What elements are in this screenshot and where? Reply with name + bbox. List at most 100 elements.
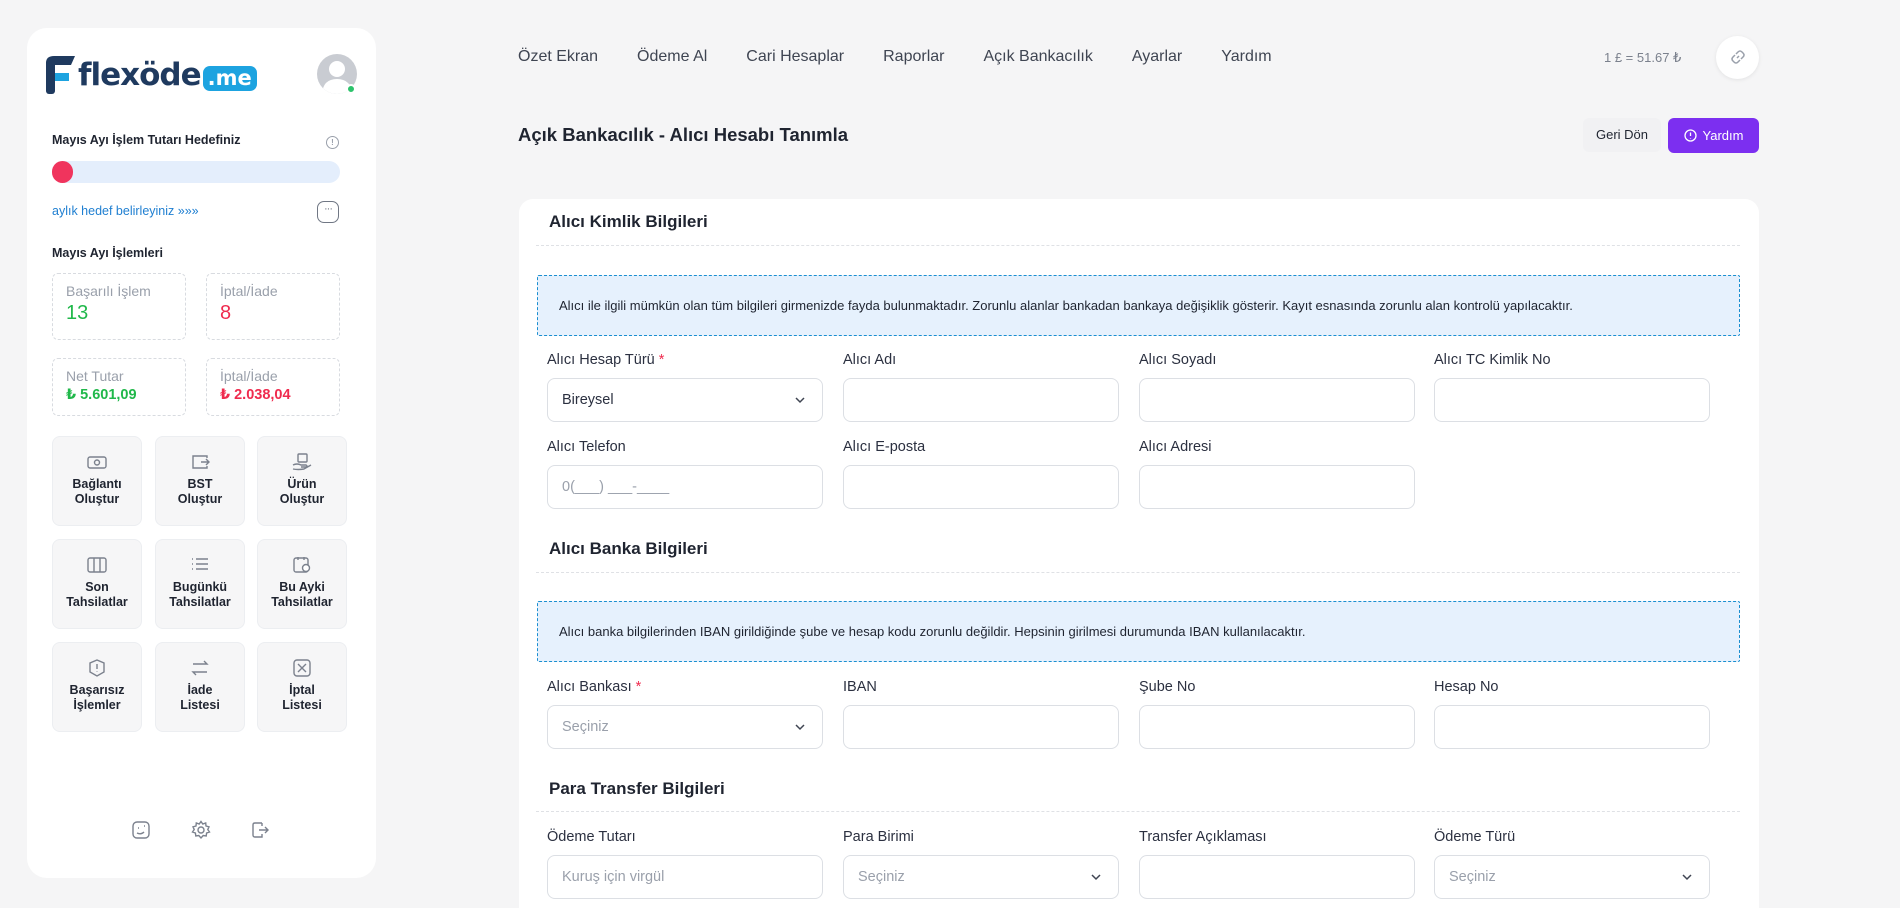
info-icon[interactable]: ! xyxy=(326,136,339,149)
identity-section-title: Alıcı Kimlik Bilgileri xyxy=(549,212,708,231)
section-divider xyxy=(536,811,1740,812)
account-no-input[interactable] xyxy=(1434,705,1710,749)
top-nav: Özet Ekran Ödeme Al Cari Hesaplar Raporl… xyxy=(518,48,1272,66)
tile-label: Başarısız İşlemler xyxy=(69,683,125,712)
chevron-down-icon xyxy=(1682,874,1692,881)
account-type-field: Alıcı Hesap Türü * Bireysel xyxy=(547,352,823,422)
tile-recent-collections[interactable]: Son Tahsilatlar xyxy=(52,539,142,629)
nav-item-summary[interactable]: Özet Ekran xyxy=(518,48,598,66)
chevron-down-icon xyxy=(795,724,805,731)
branch-input[interactable] xyxy=(1139,705,1415,749)
tile-label: Bugünkü Tahsilatlar xyxy=(169,580,231,609)
field-label: Alıcı Adresi xyxy=(1139,439,1212,455)
product-icon xyxy=(292,453,312,471)
brand-logo[interactable]: flexöde .me xyxy=(46,54,257,96)
wallet-icon xyxy=(192,455,210,469)
phone-input[interactable]: 0(___) ___-____ xyxy=(547,465,823,509)
tile-label: İade Listesi xyxy=(180,683,220,712)
page-title: Açık Bankacılık - Alıcı Hesabı Tanımla xyxy=(518,124,849,145)
identity-notice: Alıcı ile ilgili mümkün olan tüm bilgile… xyxy=(537,275,1740,336)
account-type-select[interactable]: Bireysel xyxy=(547,378,823,422)
brand-badge: .me xyxy=(202,65,257,91)
recipient-form-card: Alıcı Kimlik Bilgileri Alıcı ile ilgili … xyxy=(519,199,1759,908)
tc-input[interactable] xyxy=(1434,378,1710,422)
stat-successful: Başarılı İşlem 13 xyxy=(52,273,186,340)
tile-refund-list[interactable]: İade Listesi xyxy=(155,642,245,732)
goal-progress-fill xyxy=(52,161,73,183)
link-button[interactable] xyxy=(1716,36,1759,79)
stat-label: İptal/İade xyxy=(220,368,278,384)
nav-item-open-banking[interactable]: Açık Bankacılık xyxy=(983,48,1092,66)
stat-label: İptal/İade xyxy=(220,283,278,299)
feedback-icon[interactable] xyxy=(131,820,151,840)
tc-field: Alıcı TC Kimlik No xyxy=(1434,352,1710,422)
online-status-dot xyxy=(346,84,356,94)
field-label: Alıcı Adı xyxy=(843,352,897,368)
branch-field: Şube No xyxy=(1139,679,1415,749)
tile-label: BST Oluştur xyxy=(177,477,223,506)
field-label: Alıcı Bankası * xyxy=(547,679,642,695)
surname-input[interactable] xyxy=(1139,378,1415,422)
payment-type-field: Ödeme Türü Seçiniz xyxy=(1434,829,1710,899)
goal-progress-bar xyxy=(52,161,340,183)
name-field: Alıcı Adı xyxy=(843,352,1119,422)
tile-today-collections[interactable]: Bugünkü Tahsilatlar xyxy=(155,539,245,629)
tile-label: Son Tahsilatlar xyxy=(66,580,128,609)
transfer-section-title: Para Transfer Bilgileri xyxy=(549,779,725,798)
stat-net-amount: Net Tutar ₺ 5.601,09 xyxy=(52,358,186,416)
stat-cancel-refund-count: İptal/İade 8 xyxy=(206,273,340,340)
money-icon xyxy=(87,456,107,469)
field-label: Alıcı Telefon xyxy=(547,439,626,455)
section-divider xyxy=(536,572,1740,573)
link-icon xyxy=(1730,50,1745,64)
field-label: Transfer Açıklaması xyxy=(1139,829,1267,845)
exchange-rate: 1 £ = 51.67 ₺ xyxy=(1604,50,1682,65)
logout-icon[interactable] xyxy=(250,820,270,840)
nav-item-reports[interactable]: Raporlar xyxy=(883,48,944,66)
name-input[interactable] xyxy=(843,378,1119,422)
address-field: Alıcı Adresi xyxy=(1139,439,1415,509)
help-button[interactable]: Yardım xyxy=(1668,118,1759,153)
help-button-label: Yardım xyxy=(1702,128,1744,143)
field-label: Alıcı Soyadı xyxy=(1139,352,1217,368)
nav-item-get-payment[interactable]: Ödeme Al xyxy=(637,48,707,66)
description-field: Transfer Açıklaması xyxy=(1139,829,1415,899)
more-options-icon[interactable]: ··· xyxy=(317,201,339,223)
bank-notice: Alıcı banka bilgilerinden IBAN girildiği… xyxy=(537,601,1740,662)
phone-field: Alıcı Telefon 0(___) ___-____ xyxy=(547,439,823,509)
field-label: Şube No xyxy=(1139,679,1196,695)
chevron-down-icon xyxy=(1091,874,1101,881)
nav-item-help[interactable]: Yardım xyxy=(1221,48,1271,66)
sidebar: flexöde .me Mayıs Ayı İşlem Tutarı Hedef… xyxy=(27,28,376,878)
iban-input[interactable] xyxy=(843,705,1119,749)
back-button[interactable]: Geri Dön xyxy=(1583,118,1661,152)
payment-type-select[interactable]: Seçiniz xyxy=(1434,855,1710,899)
tile-create-product[interactable]: Ürün Oluştur xyxy=(257,436,347,526)
account-no-field: Hesap No xyxy=(1434,679,1710,749)
surname-field: Alıcı Soyadı xyxy=(1139,352,1415,422)
stat-value: ₺ 5.601,09 xyxy=(66,387,137,403)
tile-label: Bu Ayki Tahsilatlar xyxy=(271,580,333,609)
address-input[interactable] xyxy=(1139,465,1415,509)
stat-cancel-refund-amount: İptal/İade ₺ 2.038,04 xyxy=(206,358,340,416)
goal-title: Mayıs Ayı İşlem Tutarı Hedefiniz xyxy=(52,133,241,147)
settings-gear-icon[interactable] xyxy=(191,820,211,840)
chevron-down-icon xyxy=(795,397,805,404)
stat-label: Başarılı İşlem xyxy=(66,283,151,299)
amount-input[interactable]: Kuruş için virgül xyxy=(547,855,823,899)
email-input[interactable] xyxy=(843,465,1119,509)
tile-failed-transactions[interactable]: Başarısız İşlemler xyxy=(52,642,142,732)
email-field: Alıcı E-posta xyxy=(843,439,1119,509)
nav-item-accounts[interactable]: Cari Hesaplar xyxy=(746,48,844,66)
tile-month-collections[interactable]: Bu Ayki Tahsilatlar xyxy=(257,539,347,629)
currency-select[interactable]: Seçiniz xyxy=(843,855,1119,899)
info-circle-icon xyxy=(1683,129,1697,142)
description-input[interactable] xyxy=(1139,855,1415,899)
nav-item-settings[interactable]: Ayarlar xyxy=(1132,48,1182,66)
bank-select[interactable]: Seçiniz xyxy=(547,705,823,749)
tile-create-link[interactable]: Bağlantı Oluştur xyxy=(52,436,142,526)
set-goal-link[interactable]: aylık hedef belirleyiniz »»» xyxy=(52,204,199,218)
tile-create-bst[interactable]: BST Oluştur xyxy=(155,436,245,526)
month-title: Mayıs Ayı İşlemleri xyxy=(52,246,163,260)
tile-cancel-list[interactable]: İptal Listesi xyxy=(257,642,347,732)
